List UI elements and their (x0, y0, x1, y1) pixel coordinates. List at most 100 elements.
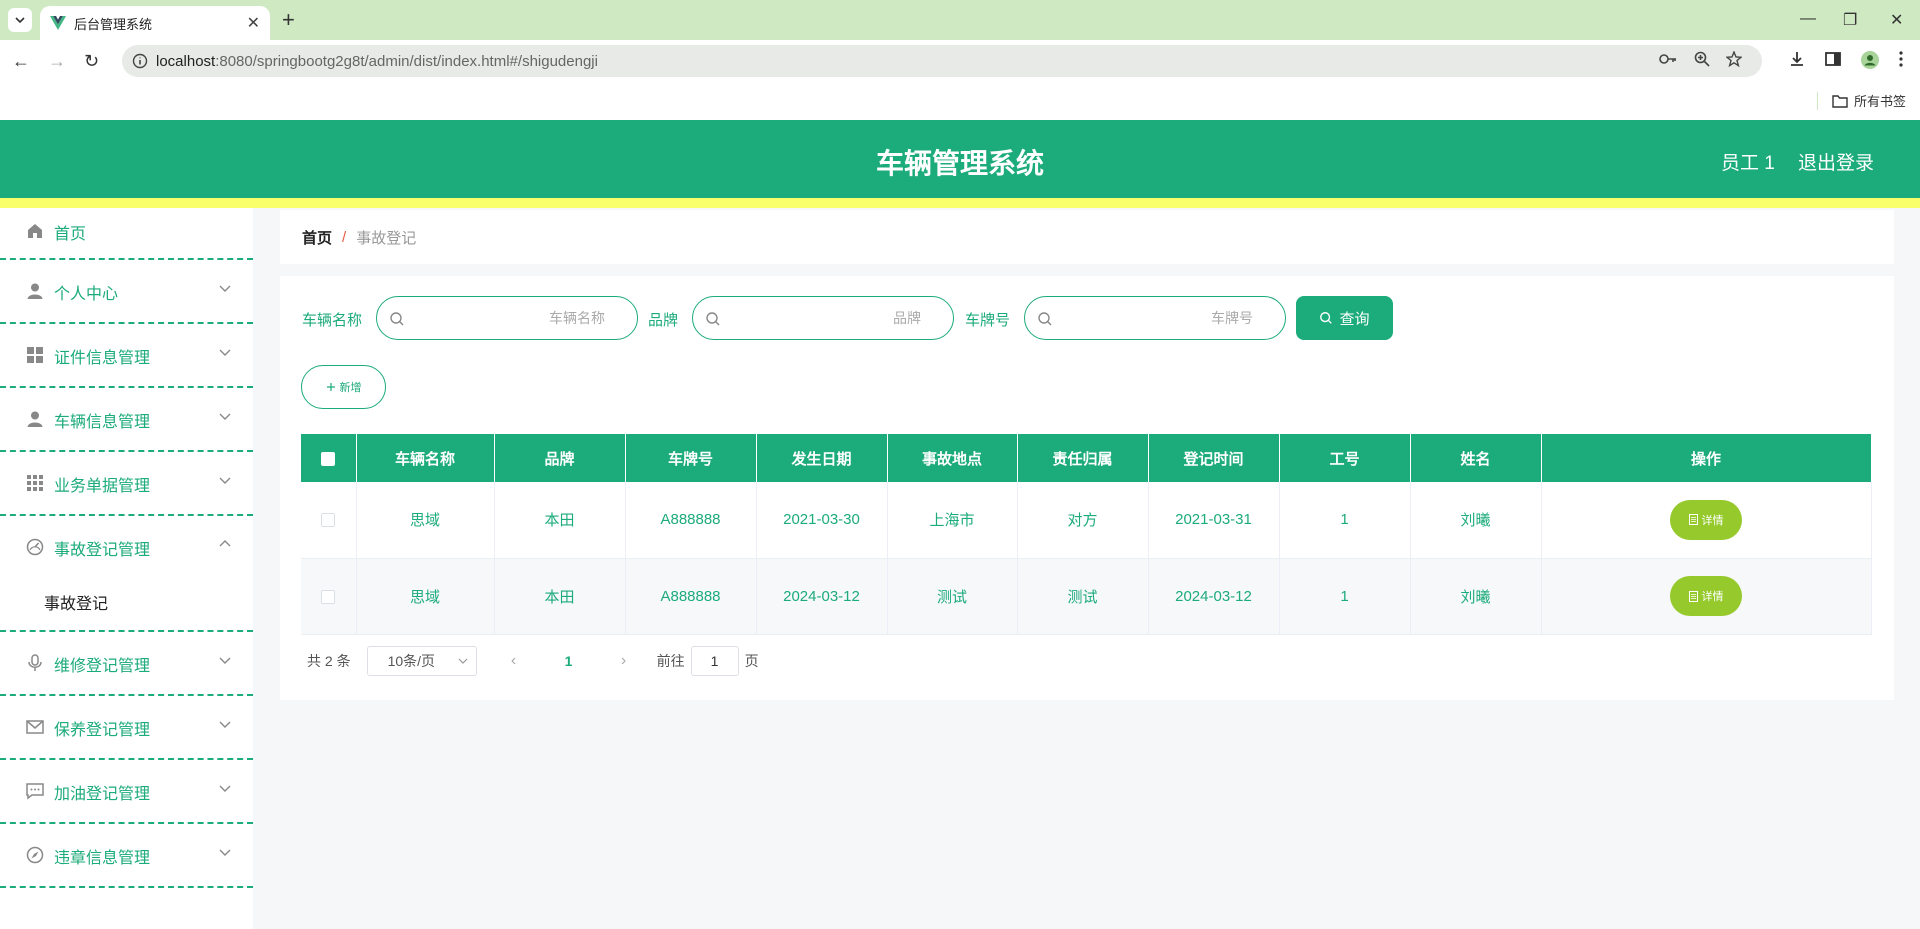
vehicle-name-search[interactable] (376, 296, 638, 340)
chevron-down-icon (219, 349, 231, 356)
sidebar-item-refueling[interactable]: 加油登记管理 (0, 760, 253, 824)
sidebar-item-certificates[interactable]: 证件信息管理 (0, 324, 253, 388)
page-size-select[interactable]: 10条/页 (366, 646, 477, 676)
breadcrumb-separator: / (342, 228, 347, 246)
select-all-checkbox[interactable] (321, 451, 336, 466)
download-icon[interactable] (1788, 50, 1806, 68)
row-checkbox[interactable] (321, 513, 336, 528)
select-all-cell[interactable] (301, 434, 357, 482)
table-cell: 1 (1279, 558, 1411, 635)
profile-avatar-icon[interactable] (1860, 50, 1880, 70)
document-icon (1688, 514, 1698, 526)
sidebar-item-home[interactable]: 首页 (0, 208, 253, 260)
sidebar-item-violations[interactable]: 违章信息管理 (0, 824, 253, 888)
reload-icon[interactable]: ↻ (84, 50, 99, 72)
sidebar-item-label: 首页 (54, 226, 87, 243)
next-page-button[interactable]: › (609, 652, 639, 670)
breadcrumb-current: 事故登记 (356, 229, 417, 247)
tab-title: 后台管理系统 (74, 16, 153, 32)
browser-tab[interactable]: 后台管理系统 ✕ (40, 6, 270, 40)
add-button-label: 新增 (339, 382, 362, 394)
chevron-down-icon (458, 658, 468, 664)
table-cell: 测试 (887, 558, 1018, 635)
chevron-down-icon (15, 17, 25, 24)
page-number[interactable]: 1 (549, 653, 589, 669)
chevron-down-icon (219, 413, 231, 420)
sidebar-item-business-documents[interactable]: 业务单据管理 (0, 452, 253, 516)
column-header: 责任归属 (1017, 434, 1149, 482)
logout-button[interactable]: 退出登录 (1798, 148, 1874, 175)
sidebar-item-label: 加油登记管理 (54, 786, 151, 803)
plate-input[interactable] (1025, 297, 1285, 339)
sidebar-item-repairs[interactable]: 维修登记管理 (0, 632, 253, 696)
plate-search[interactable] (1024, 296, 1286, 340)
all-bookmarks-button[interactable]: 所有书签 (1832, 91, 1906, 110)
sidebar-item-accidents[interactable]: 事故登记管理 (0, 516, 253, 572)
add-button[interactable]: 新增 (301, 365, 386, 409)
table-cell: 上海市 (887, 482, 1018, 559)
sidebar-item-maintenance[interactable]: 保养登记管理 (0, 696, 253, 760)
sidebar: 首页 个人中心 证件信息管理 车辆信息管理 业务单据管理 事故登记管理 事故登记… (0, 208, 253, 929)
detail-button[interactable]: 详情 (1670, 576, 1742, 616)
minimize-icon[interactable]: — (1800, 10, 1816, 28)
vehicle-name-label: 车辆名称 (302, 312, 363, 329)
action-cell: 详情 (1541, 558, 1872, 635)
restore-icon[interactable]: ❐ (1843, 10, 1857, 30)
breadcrumb: 首页 / 事故登记 (280, 210, 1894, 264)
goto-label: 前往 (656, 653, 685, 669)
table-cell: A888888 (625, 482, 757, 559)
vue-logo-icon (50, 16, 66, 30)
zoom-icon[interactable] (1694, 51, 1710, 67)
side-panel-icon[interactable] (1824, 50, 1842, 68)
gauge-icon (26, 538, 44, 556)
row-checkbox[interactable] (321, 589, 336, 604)
sidebar-item-vehicles[interactable]: 车辆信息管理 (0, 388, 253, 452)
brand-label: 品牌 (648, 312, 679, 329)
user-icon (27, 411, 43, 427)
site-info-icon[interactable] (132, 53, 148, 69)
page-suffix-label: 页 (744, 653, 759, 669)
table-cell: 本田 (494, 558, 626, 635)
row-select-cell[interactable] (301, 558, 357, 635)
search-icon (1320, 312, 1333, 324)
forward-icon[interactable]: → (48, 50, 66, 72)
chevron-up-icon (219, 540, 231, 547)
table-cell: 测试 (1017, 558, 1149, 635)
query-button[interactable]: 查询 (1296, 296, 1393, 340)
vehicle-name-input[interactable] (377, 297, 637, 339)
brand-input[interactable] (693, 297, 953, 339)
column-header: 车牌号 (625, 434, 757, 482)
compass-icon (26, 846, 44, 864)
mic-icon (28, 654, 42, 671)
table-cell: A888888 (625, 558, 757, 635)
breadcrumb-home[interactable]: 首页 (302, 227, 332, 248)
column-header: 工号 (1279, 434, 1411, 482)
address-bar[interactable]: localhost:8080/springbootg2g8t/admin/dis… (122, 45, 1762, 77)
sidebar-item-personal-center[interactable]: 个人中心 (0, 260, 253, 324)
sidebar-subitem-accident-register[interactable]: 事故登记 (0, 572, 253, 632)
table-cell: 2021-03-31 (1148, 482, 1280, 559)
prev-page-button[interactable]: ‹ (499, 652, 529, 670)
back-icon[interactable]: ← (12, 50, 30, 72)
detail-button[interactable]: 详情 (1670, 499, 1742, 540)
window-close-icon[interactable]: ✕ (1890, 10, 1903, 30)
table-cell: 2021-03-30 (756, 482, 888, 559)
chat-icon (26, 783, 44, 800)
row-select-cell[interactable] (301, 482, 357, 559)
more-menu-icon[interactable] (1898, 50, 1904, 68)
mail-icon (26, 720, 44, 734)
goto-page-input[interactable] (690, 646, 739, 676)
grid-icon (27, 347, 43, 363)
user-icon (27, 283, 43, 299)
brand-search[interactable] (692, 296, 954, 340)
search-icon (390, 312, 404, 326)
chevron-down-icon (219, 849, 231, 856)
new-tab-button[interactable]: + (282, 8, 295, 32)
sidebar-subitem-label: 事故登记 (44, 596, 109, 613)
star-icon[interactable] (1726, 51, 1742, 67)
tab-search-button[interactable] (8, 8, 32, 32)
password-key-icon[interactable] (1658, 51, 1678, 67)
pagination: 共 2 条 10条/页 ‹ 1 › 前往 页 (307, 646, 759, 676)
current-user[interactable]: 员工 1 (1721, 148, 1775, 175)
tab-close-icon[interactable]: ✕ (247, 13, 260, 33)
